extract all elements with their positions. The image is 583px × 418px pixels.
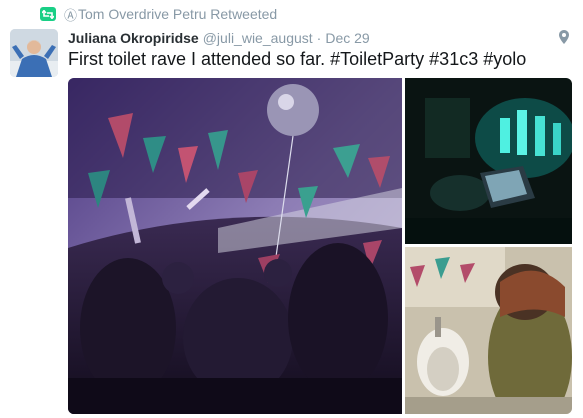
location-pin-icon[interactable]	[559, 30, 569, 47]
retweet-context: Ⓐ Tom Overdrive Petru Retweeted	[40, 5, 277, 23]
party-crowd-photo[interactable]	[68, 78, 402, 414]
dj-laptop-photo[interactable]	[405, 78, 572, 244]
author-fullname[interactable]: Juliana Okropiridse	[68, 30, 199, 46]
header-separator: ·	[316, 30, 322, 46]
tweet-header: Juliana Okropiridse @juli_wie_august · D…	[68, 28, 573, 48]
retweeted-by-link[interactable]: Ⓐ Tom Overdrive Petru Retweeted	[64, 5, 277, 24]
user-avatar[interactable]	[10, 29, 58, 77]
author-username[interactable]: @juli_wie_august	[203, 30, 313, 46]
media-grid	[68, 78, 572, 414]
retweeted-by-text: Tom Overdrive Petru Retweeted	[78, 6, 278, 22]
retweet-icon	[40, 7, 56, 21]
urinal-photo[interactable]	[405, 247, 572, 414]
tweet-text: First toilet rave I attended so far. #To…	[68, 49, 527, 69]
tweet-timestamp[interactable]: Dec 29	[325, 30, 369, 46]
retweet-prefix: Ⓐ	[64, 7, 78, 23]
